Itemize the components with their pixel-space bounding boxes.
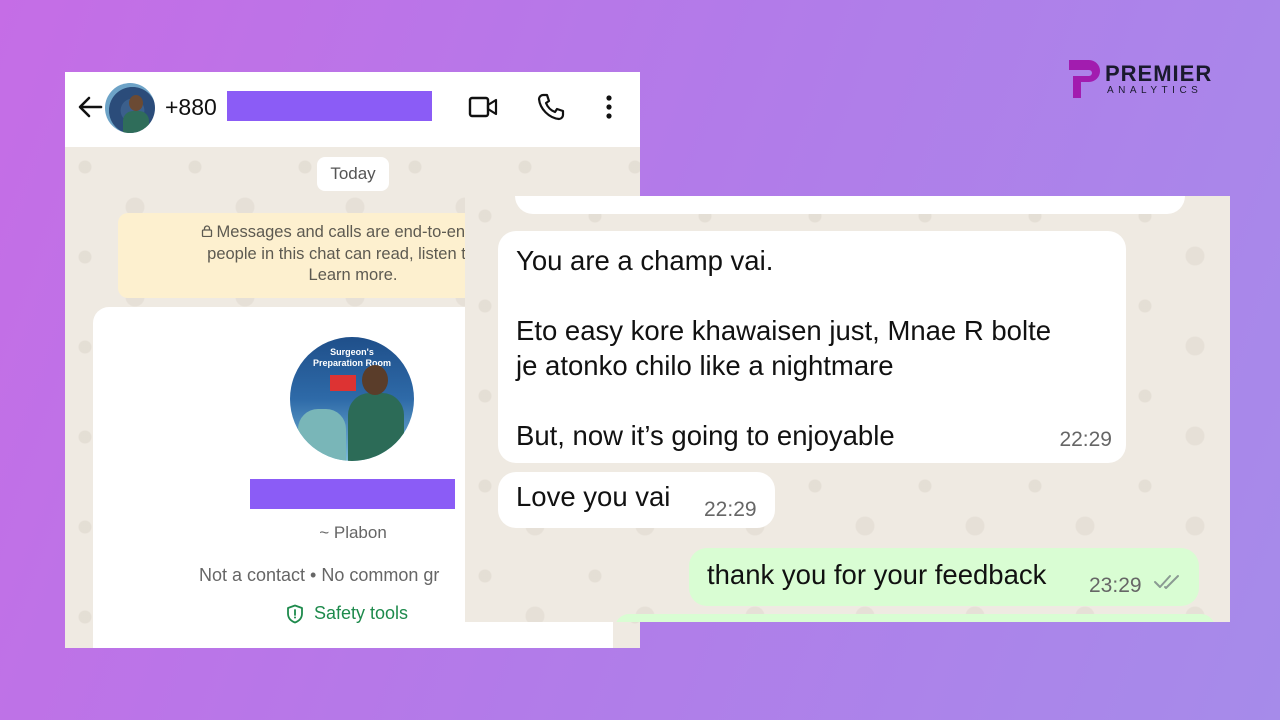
safety-tools-button[interactable]: Safety tools (286, 603, 408, 624)
avatar[interactable] (105, 83, 155, 133)
message-time: 22:29 (1059, 428, 1112, 451)
redaction-bar (250, 479, 455, 509)
shield-icon (287, 604, 303, 623)
more-options-icon[interactable] (601, 94, 617, 122)
encryption-notice-line: Messages and calls are end-to-end enc (216, 223, 506, 241)
video-call-icon[interactable] (468, 95, 498, 119)
message-bubble-partial (615, 614, 1215, 622)
back-arrow-icon[interactable] (75, 92, 105, 122)
profile-photo: Surgeon's Preparation Room (290, 337, 414, 461)
phone-call-icon[interactable] (536, 92, 566, 122)
incoming-message[interactable]: You are a champ vai. Eto easy kore khawa… (498, 231, 1126, 463)
message-text: Love you vai (516, 481, 671, 512)
message-time: 22:29 (704, 498, 757, 521)
outgoing-message[interactable]: thank you for your feedback 23:29 (689, 548, 1199, 606)
message-text: thank you for your feedback (707, 559, 1047, 590)
message-text: You are a champ vai. (516, 245, 774, 276)
message-text: Eto easy kore khawaisen just, Mnae R bol… (516, 315, 1052, 346)
redaction-bar (227, 91, 432, 121)
date-chip: Today (317, 157, 389, 191)
message-text: But, now it’s going to enjoyable (516, 420, 895, 451)
lock-icon (201, 225, 212, 237)
logo-mark-icon (1069, 60, 1100, 98)
premier-analytics-logo: PREMIER ANALYTICS (1067, 58, 1217, 100)
chat-screenshot-right: You are a champ vai. Eto easy kore khawa… (465, 196, 1230, 622)
chat-header: +880 (65, 72, 640, 147)
message-bubble-partial (515, 196, 1185, 214)
logo-name: PREMIER (1105, 61, 1213, 86)
contact-phone-number[interactable]: +880 (165, 94, 217, 121)
contact-status: Not a contact • No common gr (199, 565, 440, 585)
logo-subtitle: ANALYTICS (1107, 85, 1203, 96)
message-text: je atonko chilo like a nightmare (516, 350, 894, 381)
double-check-icon (1154, 575, 1179, 589)
message-time: 23:29 (1089, 574, 1142, 597)
safety-tools-label: Safety tools (314, 603, 409, 623)
incoming-message[interactable]: Love you vai 22:29 (498, 472, 775, 528)
